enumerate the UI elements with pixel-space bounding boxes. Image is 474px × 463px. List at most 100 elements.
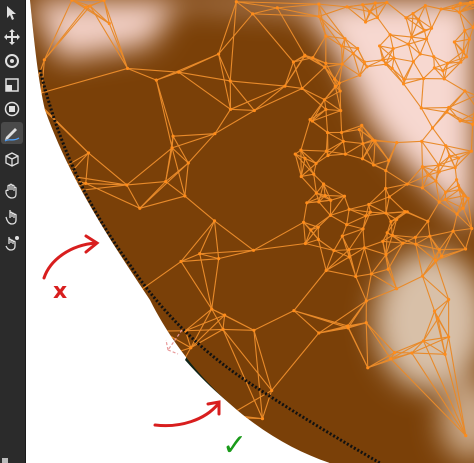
transform-tool[interactable]	[1, 98, 23, 120]
mesh-vertex	[375, 15, 379, 20]
mesh-vertex	[390, 66, 394, 70]
mesh-vertex	[404, 16, 408, 20]
scale-tool[interactable]	[1, 74, 23, 96]
mesh-vertex	[154, 78, 158, 82]
3d-viewport[interactable]: x ✓	[26, 0, 474, 463]
mesh-vertex	[228, 79, 232, 83]
mesh-edge	[64, 413, 71, 463]
mesh-vertex	[299, 148, 303, 152]
mesh-vertex	[49, 358, 53, 363]
mesh-vertex	[55, 346, 59, 351]
mesh-vertex	[395, 140, 399, 145]
mesh-edge	[89, 370, 118, 385]
mesh-edge	[163, 414, 168, 447]
mesh-vertex	[345, 223, 349, 227]
mesh-vertex	[115, 369, 119, 373]
mesh-vertex	[385, 0, 389, 5]
mesh-vertex	[125, 66, 130, 71]
mesh-vertex	[402, 77, 406, 81]
mesh-edge	[86, 370, 118, 374]
mesh-vertex	[317, 2, 321, 6]
mesh-vertex	[275, 6, 279, 10]
mesh-vertex	[324, 268, 328, 273]
mesh-vertex	[470, 226, 474, 231]
mesh-vertex	[270, 388, 274, 393]
mesh-vertex	[466, 196, 470, 201]
mesh-vertex	[38, 449, 42, 453]
mesh-vertex	[422, 28, 426, 32]
mesh-vertex	[362, 246, 367, 250]
relax-tool[interactable]	[1, 232, 23, 254]
mesh-vertex	[364, 321, 368, 325]
mesh-edge	[39, 412, 66, 452]
mesh-vertex	[357, 127, 361, 132]
mesh-vertex	[420, 139, 424, 143]
mesh-vertex	[386, 267, 390, 271]
rotate-tool[interactable]	[1, 50, 23, 72]
mesh-vertex	[437, 248, 442, 252]
mesh-vertex	[260, 417, 265, 421]
mesh-edge	[67, 453, 71, 463]
mesh-edge	[100, 262, 134, 296]
mesh-vertex	[317, 14, 321, 19]
mesh-edge	[31, 395, 84, 398]
mesh-edge	[50, 348, 58, 361]
mesh-vertex	[324, 107, 328, 112]
mesh-vertex	[328, 213, 333, 217]
mesh-vertex	[447, 297, 451, 302]
mesh-vertex	[389, 357, 393, 361]
mesh-edge	[56, 299, 74, 349]
annotate-tool[interactable]	[1, 122, 23, 144]
mesh-edge	[30, 360, 52, 396]
mesh-edge	[83, 370, 118, 398]
mesh-edge	[64, 282, 87, 300]
mesh-vertex	[63, 411, 67, 415]
mesh-edge	[50, 359, 87, 374]
mesh-edge	[69, 432, 103, 463]
mesh-vertex	[403, 210, 407, 214]
mesh-vertex	[455, 212, 459, 216]
mesh-vertex	[309, 228, 313, 232]
mesh-vertex	[362, 60, 366, 64]
mesh-vertex	[389, 219, 393, 224]
mesh-vertex	[426, 173, 430, 177]
mesh-vertex	[409, 35, 414, 39]
mesh-vertex	[168, 382, 173, 386]
smooth-tool[interactable]	[1, 206, 23, 228]
add-cube-tool[interactable]	[1, 148, 23, 170]
mesh-vertex	[170, 146, 174, 150]
scale-icon	[5, 78, 19, 92]
right-annotation	[153, 400, 221, 428]
mesh-vertex	[317, 331, 321, 335]
mesh-vertex	[303, 241, 308, 246]
mesh-edge	[439, 248, 466, 251]
mesh-vertex	[458, 1, 462, 5]
mesh-vertex	[447, 105, 451, 110]
mesh-vertex	[189, 346, 193, 350]
mesh-vertex	[323, 65, 327, 69]
mesh-vertex	[321, 182, 326, 186]
mesh-vertex	[212, 219, 217, 223]
grab-tool[interactable]	[1, 180, 23, 202]
mesh-vertex	[216, 52, 221, 56]
mesh-vertex	[171, 134, 175, 138]
mesh-vertex	[340, 234, 344, 238]
mesh-vertex	[88, 382, 92, 386]
mesh-edge	[49, 365, 75, 371]
mesh-vertex	[66, 452, 70, 456]
mesh-edge	[67, 432, 102, 455]
mesh-vertex	[365, 65, 369, 69]
mesh-vertex	[445, 110, 449, 114]
mesh-vertex	[395, 217, 399, 221]
mesh-vertex	[463, 247, 468, 251]
select-tool[interactable]	[1, 2, 23, 24]
mesh-vertex	[367, 202, 371, 207]
move-tool[interactable]	[1, 26, 23, 48]
mesh-vertex	[99, 261, 103, 265]
mesh-vertex	[356, 46, 360, 51]
mesh-vertex	[340, 44, 344, 48]
mesh-edge	[39, 450, 71, 463]
mesh-vertex	[390, 233, 395, 237]
mesh-vertex	[338, 89, 342, 93]
mesh-edge	[65, 262, 102, 284]
